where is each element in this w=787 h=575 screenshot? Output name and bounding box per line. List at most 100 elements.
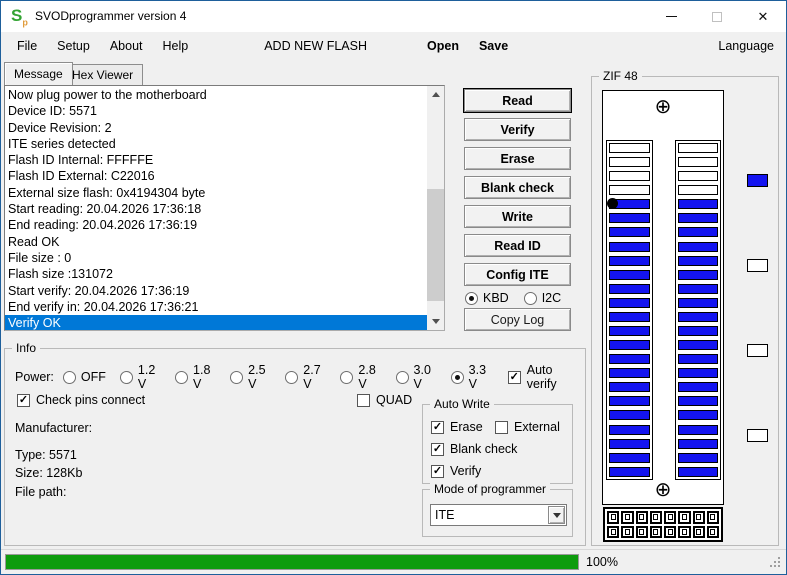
scroll-down-button[interactable] (427, 313, 444, 330)
write-button[interactable]: Write (464, 205, 571, 228)
power-option-30v[interactable]: 3.0 V (395, 363, 437, 391)
minimize-button[interactable] (648, 1, 694, 32)
tab-message[interactable]: Message (4, 62, 73, 85)
log-scrollbar[interactable] (427, 86, 444, 330)
log-line[interactable]: Device Revision: 2 (8, 120, 427, 136)
pin-slot (678, 354, 718, 365)
auto-write-option[interactable]: ✓ Verify (431, 460, 568, 482)
connector-pin (664, 525, 677, 538)
checkbox-box[interactable]: ✓ (17, 393, 30, 407)
size-label: Size: 128Kb (15, 466, 83, 480)
resize-grip[interactable] (778, 565, 780, 567)
log-line[interactable]: Start reading: 20.04.2026 17:36:18 (8, 201, 427, 217)
pin-slot (678, 382, 718, 393)
pin-slot (678, 424, 718, 435)
connector-pin-inner (653, 528, 659, 535)
scroll-up-button[interactable] (427, 86, 444, 103)
log-line[interactable]: Device ID: 5571 (8, 103, 427, 119)
radio-button[interactable] (230, 370, 244, 384)
checkbox-box[interactable]: ✓ (431, 464, 444, 478)
quad-checkbox[interactable]: QUAD (357, 393, 412, 407)
menu-setup[interactable]: Setup (47, 32, 100, 60)
power-option-28v[interactable]: 2.8 V (340, 363, 381, 391)
radio-button[interactable] (175, 370, 189, 384)
log-line[interactable]: End verify in: 20.04.2026 17:36:21 (8, 299, 427, 315)
maximize-button[interactable] (694, 1, 740, 32)
connector-pin-inner (624, 528, 630, 535)
connector-pin (649, 525, 662, 538)
power-option-25v[interactable]: 2.5 V (230, 363, 271, 391)
radio-button[interactable] (395, 370, 409, 384)
radio-button[interactable] (62, 370, 76, 384)
tab-hex-viewer[interactable]: Hex Viewer (62, 64, 144, 85)
read-id-button[interactable]: Read ID (464, 234, 571, 257)
checkbox-box[interactable] (495, 420, 508, 434)
log-line[interactable]: External size flash: 0x4194304 byte (8, 185, 427, 201)
menu-help[interactable]: Help (153, 32, 199, 60)
read-button[interactable]: Read (463, 88, 572, 113)
menu-file[interactable]: File (7, 32, 47, 60)
auto-write-option[interactable]: ✓ Erase (431, 416, 495, 438)
checkbox-box[interactable]: ✓ (507, 370, 521, 384)
mode-dropdown-button[interactable] (548, 506, 565, 524)
pin-slot (678, 297, 718, 308)
pin-slot (678, 269, 718, 280)
auto-write-option[interactable]: External (495, 416, 560, 438)
radio-button[interactable] (450, 370, 464, 384)
menu-language[interactable]: Language (708, 32, 784, 60)
checkbox-box[interactable]: ✓ (431, 420, 444, 434)
pin-slot (678, 171, 718, 182)
auto-write-option[interactable]: ✓ Blank check (431, 438, 568, 460)
radio-button[interactable] (285, 370, 299, 384)
kbd-radio[interactable] (465, 291, 478, 305)
config-ite-button[interactable]: Config ITE (464, 263, 571, 286)
radio-label: 1.2 V (137, 363, 156, 391)
power-option-33v[interactable]: 3.3 V (450, 363, 492, 391)
power-option-off[interactable]: OFF (62, 370, 106, 384)
log-line[interactable]: Flash ID External: C22016 (8, 168, 427, 184)
connector-pin (607, 525, 620, 538)
log-line[interactable]: Flash size :131072 (8, 266, 427, 282)
pin-slot (609, 227, 650, 238)
power-radio-group: OFF 1.2 V 1.8 V 2.5 V 2.7 V 2.8 V 3.0 V 3.3 V (62, 363, 506, 391)
power-option-27v[interactable]: 2.7 V (285, 363, 326, 391)
radio-button[interactable] (119, 370, 133, 384)
log-line[interactable]: Now plug power to the motherboard (8, 87, 427, 103)
checkbox-box[interactable]: ✓ (431, 442, 444, 456)
log-line[interactable]: Verify OK (5, 315, 427, 330)
menu-save[interactable]: Save (469, 32, 518, 60)
log-line[interactable]: ITE series detected (8, 136, 427, 152)
verify-button[interactable]: Verify (464, 118, 571, 141)
i2c-label: I2C (541, 291, 562, 305)
i2c-radio[interactable] (523, 291, 537, 305)
radio-label: 2.7 V (303, 363, 321, 391)
pin-slot (609, 466, 650, 477)
copy-log-button[interactable]: Copy Log (464, 308, 571, 331)
log-line[interactable]: Read OK (8, 234, 427, 250)
pin-slot (609, 396, 650, 407)
blank-check-button[interactable]: Blank check (464, 176, 571, 199)
pin-column-left (606, 140, 653, 480)
close-button[interactable]: ✕ (740, 1, 786, 32)
menu-about[interactable]: About (100, 32, 153, 60)
check-pins-checkbox[interactable]: ✓ Check pins connect (17, 393, 145, 407)
radio-button[interactable] (340, 370, 354, 384)
connector-pin (678, 525, 691, 538)
app-window: Sp SVODprogrammer version 4 ✕ File Setup… (0, 0, 787, 575)
pin-slot (678, 143, 718, 153)
menu-add-new-flash[interactable]: ADD NEW FLASH (254, 32, 377, 60)
app-logo-icon: Sp (11, 6, 28, 28)
log-line[interactable]: Start verify: 20.04.2026 17:36:19 (8, 283, 427, 299)
checkbox-box[interactable] (357, 393, 370, 407)
auto-verify-checkbox[interactable]: ✓ Auto verify (507, 363, 579, 391)
scrollbar-thumb[interactable] (427, 189, 444, 301)
pin-slot (678, 396, 718, 407)
log-line[interactable]: End reading: 20.04.2026 17:36:19 (8, 217, 427, 233)
menu-open[interactable]: Open (417, 32, 469, 60)
erase-button[interactable]: Erase (464, 147, 571, 170)
power-option-12v[interactable]: 1.2 V (119, 363, 161, 391)
log-line[interactable]: Flash ID Internal: FFFFFE (8, 152, 427, 168)
mode-combobox[interactable]: ITE (430, 504, 567, 526)
log-line[interactable]: File size : 0 (8, 250, 427, 266)
power-option-18v[interactable]: 1.8 V (175, 363, 216, 391)
